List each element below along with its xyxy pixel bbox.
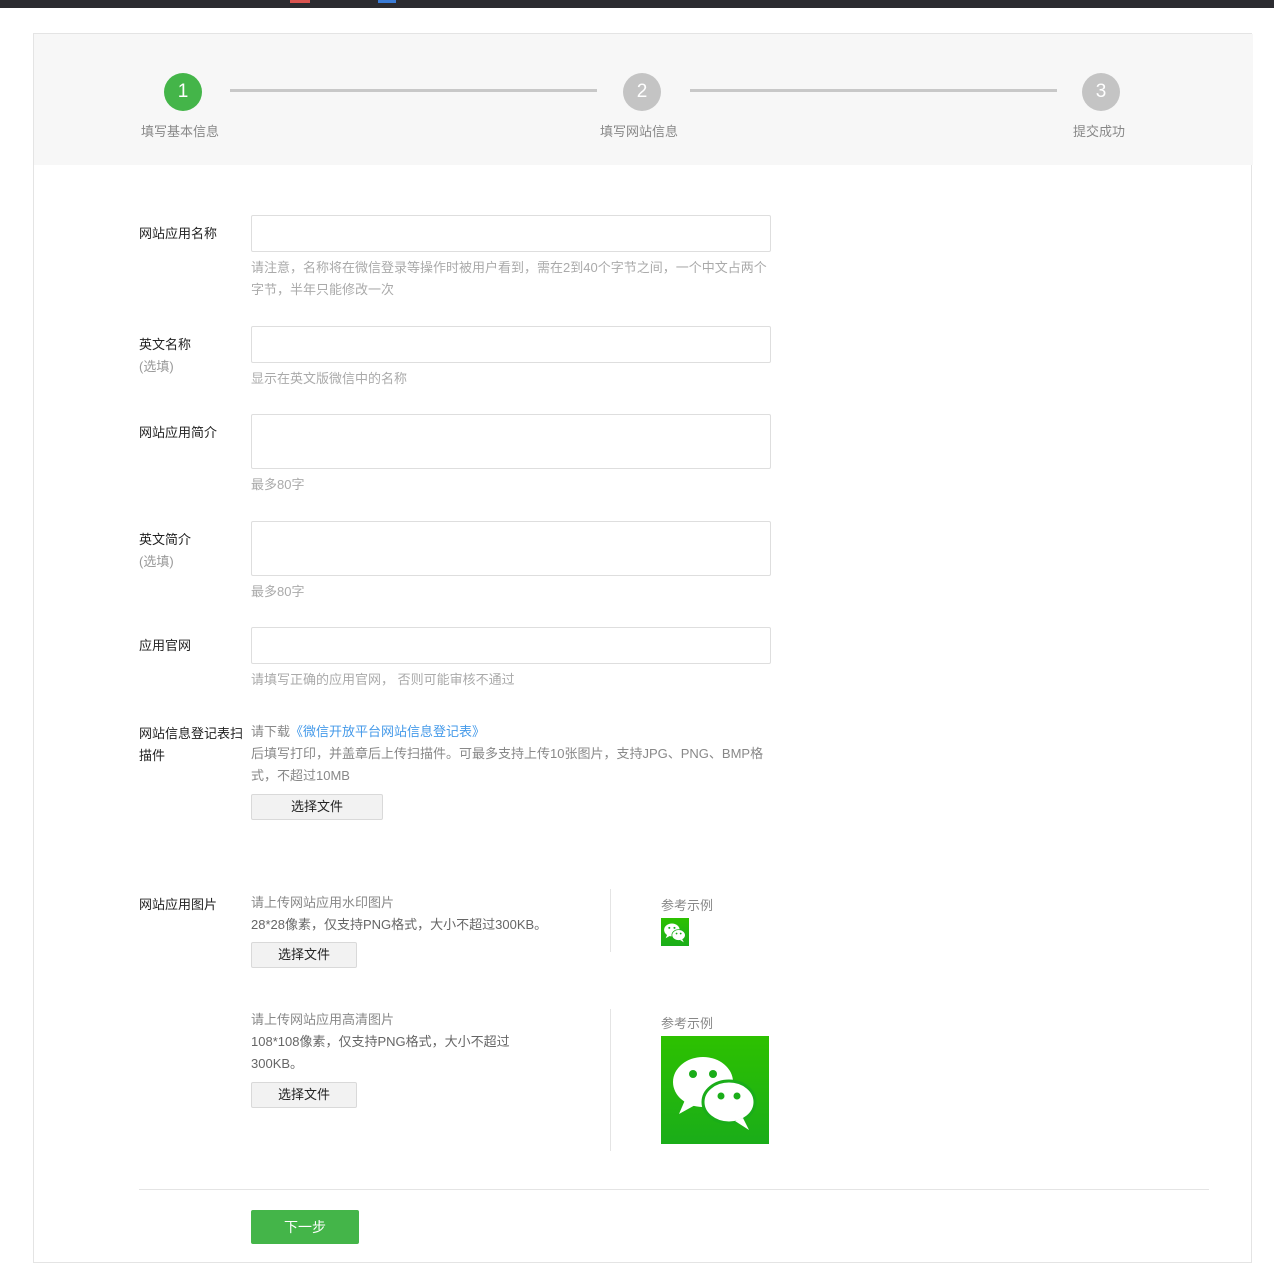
english-intro-label: 英文简介 (选填) [139,529,191,573]
english-intro-hint: 最多80字 [251,584,305,599]
english-intro-textarea[interactable] [251,521,771,576]
app-intro-label-text: 网站应用简介 [139,425,218,440]
english-intro-optional: (选填) [139,554,174,569]
step-connector-2 [690,89,1057,92]
hd-choose-file-button[interactable]: 选择文件 [251,1082,357,1108]
app-intro-hint: 最多80字 [251,477,305,492]
step-3-circle: 3 [1082,73,1120,111]
website-hint: 请填写正确的应用官网， 否则可能审核不通过 [251,672,515,687]
english-name-label: 英文名称 (选填) [139,334,191,378]
footer-divider [139,1189,1209,1190]
wechat-small-icon [661,918,689,946]
hd-image-desc: 请上传网站应用高清图片 108*108像素，仅支持PNG格式，大小不超过300K… [251,1009,551,1075]
app-intro-textarea[interactable] [251,414,771,469]
english-name-optional: (选填) [139,359,174,374]
app-name-hint: 请注意，名称将在微信登录等操作时被用户看到，需在2到40个字节之间，一个中文占两… [251,260,767,297]
step-1-circle: 1 [164,73,202,111]
step-indicator: 1 2 3 填写基本信息 填写网站信息 提交成功 [34,34,1253,165]
app-images-label-text: 网站应用图片 [139,897,218,912]
hd-image-title: 请上传网站应用高清图片 [251,1012,395,1027]
hd-image-spec: 108*108像素，仅支持PNG格式，大小不超过300KB。 [251,1034,510,1071]
browser-top-bar [0,0,1274,8]
app-images-label: 网站应用图片 [139,894,217,916]
app-name-label-text: 网站应用名称 [139,226,218,241]
step-connector-1 [230,89,597,92]
tab-marker-blue [378,0,396,3]
watermark-image-spec: 28*28像素，仅支持PNG格式，大小不超过300KB。 [251,917,548,932]
registration-form-desc: 请下载《微信开放平台网站信息登记表》 后填写打印，并盖章后上传扫描件。可最多支持… [251,721,771,787]
hd-divider [610,1009,611,1151]
app-intro-label: 网站应用简介 [139,422,217,444]
download-prefix: 请下载 [251,724,291,739]
english-name-label-text: 英文名称 [139,337,192,352]
step-1-label: 填写基本信息 [141,124,220,139]
website-label: 应用官网 [139,635,191,657]
step-3-label: 提交成功 [1073,124,1126,139]
step-2-circle: 2 [623,73,661,111]
watermark-image-desc: 请上传网站应用水印图片 28*28像素，仅支持PNG格式，大小不超过300KB。 [251,892,581,936]
watermark-divider [610,889,611,952]
registration-form-label: 网站信息登记表扫描件 [139,726,244,763]
app-name-label: 网站应用名称 [139,223,217,245]
wechat-large-icon [661,1036,769,1144]
tab-marker-red [290,0,310,3]
english-name-hint: 显示在英文版微信中的名称 [251,371,408,386]
english-name-input[interactable] [251,326,771,363]
website-label-text: 应用官网 [139,638,192,653]
registration-form-choose-file-button[interactable]: 选择文件 [251,794,383,820]
step-2-label: 填写网站信息 [600,124,679,139]
app-name-input[interactable] [251,215,771,252]
hd-example-label: 参考示例 [661,1016,714,1031]
watermark-choose-file-button[interactable]: 选择文件 [251,942,357,968]
registration-form-instructions: 后填写打印，并盖章后上传扫描件。可最多支持上传10张图片，支持JPG、PNG、B… [251,746,764,783]
website-input[interactable] [251,627,771,664]
registration-form-download-link[interactable]: 《微信开放平台网站信息登记表》 [290,724,485,739]
watermark-example-label: 参考示例 [661,898,714,913]
english-intro-label-text: 英文简介 [139,532,192,547]
form-panel: 1 2 3 填写基本信息 填写网站信息 提交成功 网站应用名称 请注意，名称将在… [33,33,1253,1263]
watermark-image-title: 请上传网站应用水印图片 [251,895,395,910]
next-step-button[interactable]: 下一步 [251,1210,359,1244]
